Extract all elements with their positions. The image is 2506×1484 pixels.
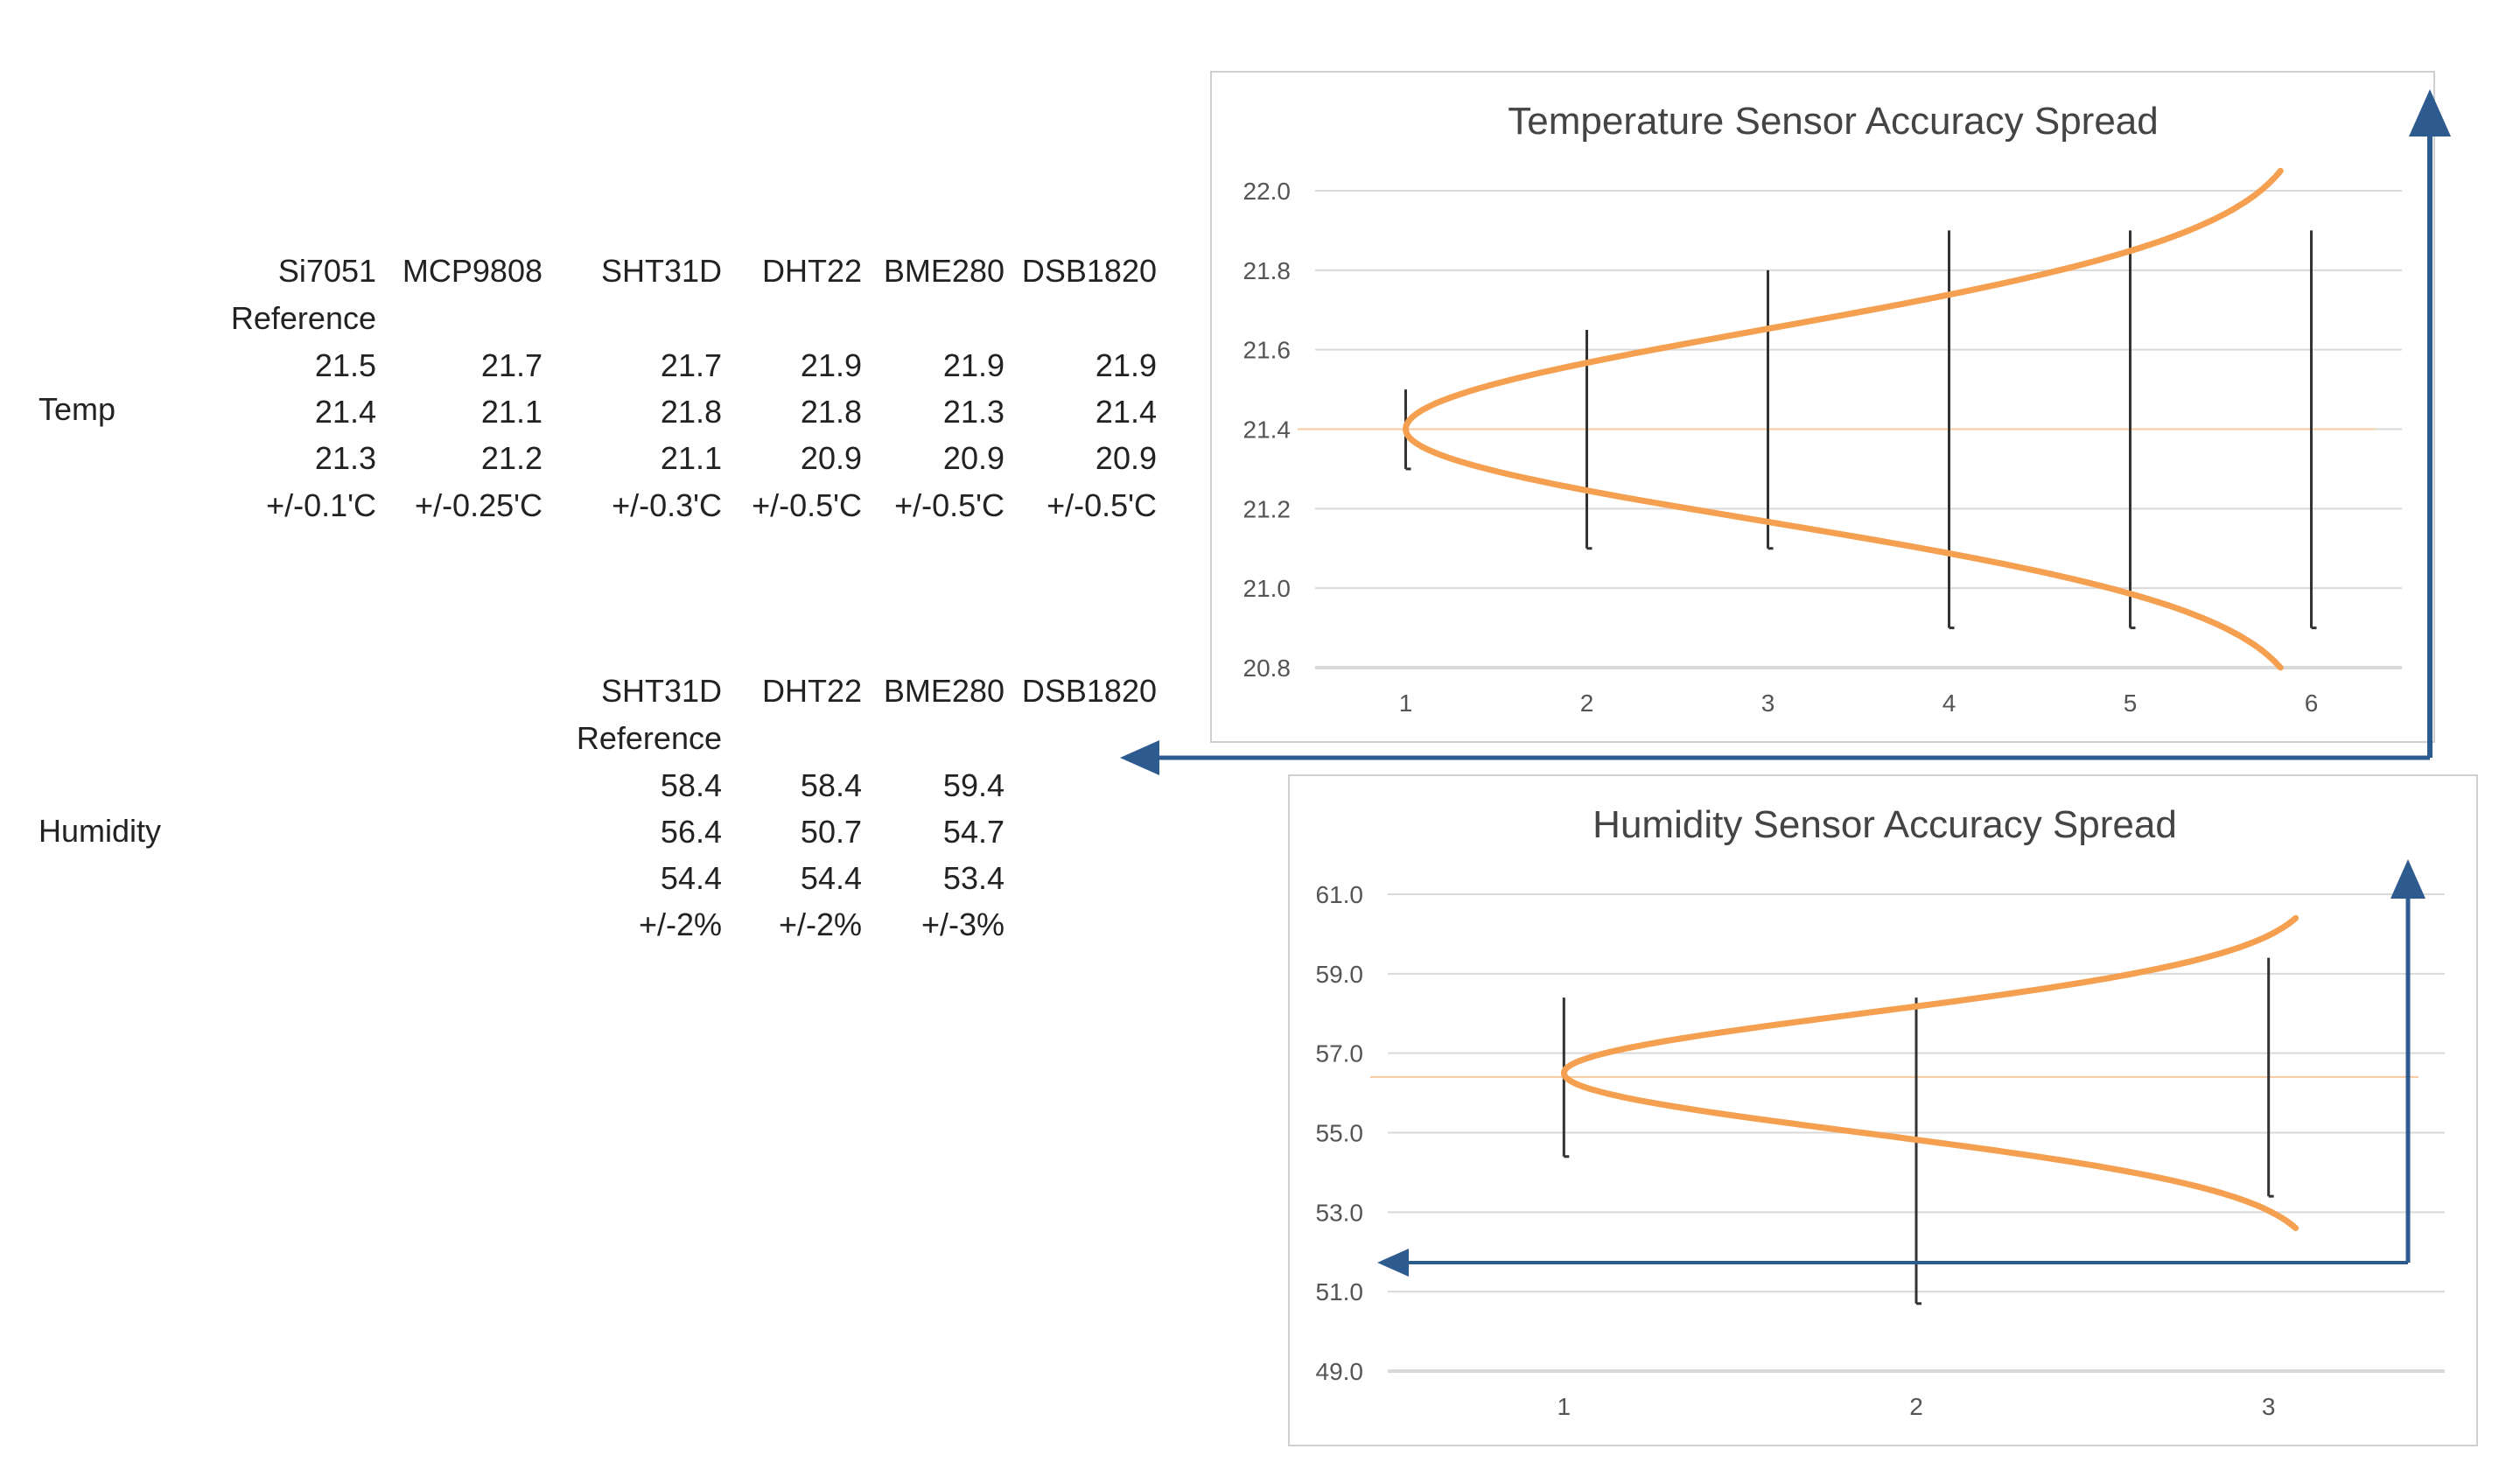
y-tick-label: 49.0 — [1316, 1358, 1364, 1385]
x-tick-label: 2 — [1580, 690, 1594, 717]
temp-row-label: Temp — [38, 391, 116, 427]
y-tick-label: 22.0 — [1243, 178, 1292, 205]
x-tick-label: 3 — [2262, 1393, 2276, 1420]
temp-cell: 21.3 — [314, 440, 376, 476]
temp-cell: 21.9 — [1095, 347, 1157, 383]
x-tick-label: 1 — [1399, 690, 1413, 717]
y-tick-label: 21.4 — [1243, 416, 1292, 444]
y-tick-label: 21.6 — [1243, 337, 1292, 364]
temp-cell: 21.9 — [942, 347, 1004, 383]
temp-cell: 21.3 — [942, 394, 1004, 430]
temp-cell: 21.1 — [480, 394, 542, 430]
temp-accuracy: +/-0.5'C — [894, 487, 1004, 523]
y-tick-label: 57.0 — [1316, 1040, 1364, 1068]
y-tick-label: 61.0 — [1316, 881, 1364, 908]
temp-cell: 21.2 — [480, 440, 542, 476]
x-tick-label: 1 — [1558, 1393, 1572, 1420]
temp-header-sub: Reference — [230, 300, 376, 336]
humidity-accuracy: +/-3% — [920, 906, 1004, 942]
temp-cell: 20.9 — [942, 440, 1004, 476]
temp-accuracy: +/-0.1'C — [266, 487, 376, 523]
temp-cell: 21.4 — [314, 394, 376, 430]
y-tick-label: 21.8 — [1243, 257, 1292, 284]
x-tick-label: 3 — [1761, 690, 1775, 717]
humidity-chart: Humidity Sensor Accuracy Spread 61.0 59.0… — [1288, 774, 2478, 1446]
temp-cell: 21.4 — [1095, 394, 1157, 430]
temp-header: DSB1820 — [1021, 253, 1157, 289]
y-tick-label: 20.8 — [1243, 654, 1292, 682]
humidity-row-label: Humidity — [38, 813, 162, 849]
humidity-header: BME280 — [883, 673, 1004, 709]
temp-accuracy: +/-0.25'C — [415, 487, 542, 523]
y-tick-label: 53.0 — [1316, 1199, 1364, 1226]
x-tick-label: 2 — [1909, 1393, 1923, 1420]
distribution-curve — [1403, 167, 2284, 671]
humidity-chart-svg: Humidity Sensor Accuracy Spread 61.0 59.0… — [1316, 803, 2445, 1420]
humidity-header-sub: Reference — [576, 720, 722, 756]
temp-cell: 21.7 — [480, 347, 542, 383]
y-tick-label: 51.0 — [1316, 1278, 1364, 1306]
temp-cell: 20.9 — [1095, 440, 1157, 476]
temp-cell: 21.5 — [314, 347, 376, 383]
chart-title: Humidity Sensor Accuracy Spread — [1592, 803, 2177, 846]
chart-title: Temperature Sensor Accuracy Spread — [1508, 100, 2159, 143]
distribution-curve — [1560, 914, 2300, 1231]
humidity-header: DSB1820 — [1021, 673, 1157, 709]
y-tick-label: 21.0 — [1243, 575, 1292, 602]
humidity-cell: 59.4 — [942, 767, 1004, 803]
temperature-chart-svg: Temperature Sensor Accuracy Spread 22.0 2… — [1243, 100, 2402, 717]
humidity-cell: 54.7 — [942, 814, 1004, 850]
y-tick-label: 55.0 — [1316, 1120, 1364, 1147]
temp-header: BME280 — [883, 253, 1004, 289]
temp-header: Si7051 — [277, 253, 376, 289]
y-tick-label: 59.0 — [1316, 961, 1364, 988]
temp-accuracy: +/-0.5'C — [1046, 487, 1157, 523]
x-tick-label: 4 — [1942, 690, 1956, 717]
humidity-cell: 53.4 — [942, 860, 1004, 896]
temperature-chart: Temperature Sensor Accuracy Spread 22.0 2… — [1210, 71, 2435, 743]
y-tick-label: 21.2 — [1243, 495, 1292, 522]
x-tick-label: 6 — [2305, 690, 2319, 717]
x-tick-label: 5 — [2124, 690, 2138, 717]
temp-header: MCP9808 — [402, 253, 542, 289]
